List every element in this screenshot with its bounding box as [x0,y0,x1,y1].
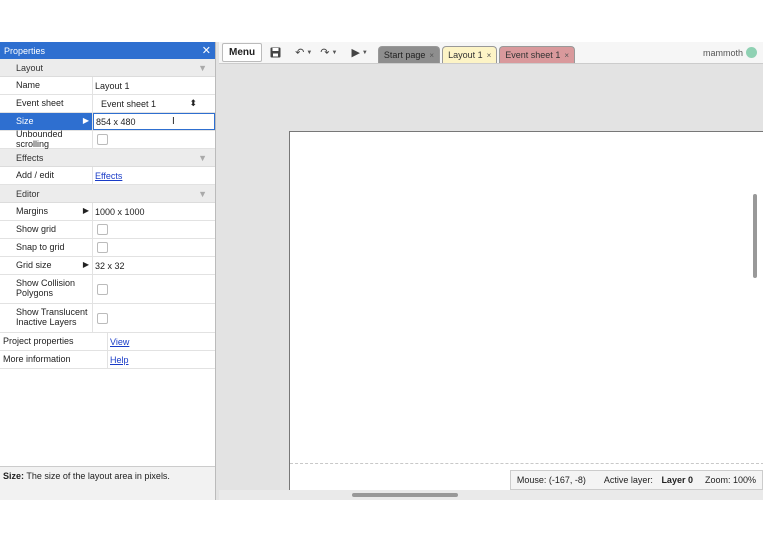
effects-link[interactable]: Effects [95,171,122,181]
viewport-boundary [290,463,763,464]
event-sheet-select[interactable]: Event sheet 1 ⬍ [93,95,215,112]
mouse-position: Mouse: (-167, -8) [516,475,586,485]
prop-key: Show grid [0,221,93,238]
prop-key: More information [0,351,108,368]
view-link[interactable]: View [110,337,129,347]
redo-icon[interactable]: ↷ ▼ [320,46,337,59]
active-layer-value: Layer 0 [661,475,693,485]
prop-key: Margins ▶ [0,203,93,220]
close-tab-icon[interactable]: × [564,51,569,60]
size-value: 854 x 480 [96,116,136,127]
account-avatar-icon [746,47,757,58]
account-badge[interactable]: mammoth [703,47,757,58]
prop-row-show-grid[interactable]: Show grid [0,221,215,239]
prop-row-event-sheet[interactable]: Event sheet Event sheet 1 ⬍ [0,95,215,113]
prop-row-margins[interactable]: Margins ▶ 1000 x 1000 [0,203,215,221]
layout-status-bar: Mouse: (-167, -8) Active layer: Layer 0 … [509,470,763,490]
dropdown-arrow-icon[interactable]: ▼ [362,50,368,56]
prop-row-add-edit[interactable]: Add / edit Effects [0,167,215,185]
layout-view[interactable]: Mouse: (-167, -8) Active layer: Layer 0 … [219,64,763,491]
active-layer-label: Active layer: [603,475,653,485]
section-layout[interactable]: Layout ▼ [0,59,215,77]
prop-row-grid-size[interactable]: Grid size ▶ 32 x 32 [0,257,215,275]
expand-arrow-icon[interactable]: ▶ [83,206,89,216]
section-effects[interactable]: Effects ▼ [0,149,215,167]
horizontal-scroll-track [219,490,763,500]
section-label: Effects [16,152,44,163]
prop-key: Unbounded scrolling [0,129,93,148]
tab-start-page[interactable]: Start page × [377,46,441,63]
prop-row-collision[interactable]: Show Collision Polygons [0,275,215,304]
text-cursor-icon: I [172,116,175,127]
snap-grid-checkbox[interactable] [97,242,108,253]
help-link[interactable]: Help [110,355,129,365]
prop-key: Event sheet [0,95,93,112]
section-editor[interactable]: Editor ▼ [0,185,215,203]
tab-label: Start page [383,50,426,60]
expand-arrow-icon[interactable]: ▶ [83,116,89,126]
dropdown-arrow-icon[interactable]: ▼ [306,50,312,56]
prop-row-more-info[interactable]: More information Help [0,351,215,369]
vertical-scrollbar[interactable] [753,194,757,278]
zoom-level: Zoom: 100% [704,475,756,485]
tab-bar: Start page × Layout 1 × Event sheet 1 × [377,46,577,63]
collision-checkbox[interactable] [97,283,108,295]
updown-icon: ⬍ [189,98,197,108]
prop-key: Show Collision Polygons [0,275,93,303]
status-label: Size: [3,471,25,481]
prop-key-text: Size [16,115,34,126]
prop-key: Name [0,77,93,94]
show-grid-checkbox[interactable] [97,224,108,235]
active-layer: Active layer: Layer 0 [592,475,699,485]
prop-key: Show Translucent Inactive Layers [0,304,93,332]
properties-panel: Properties ✕ Layout ▼ Name Layout 1 Even… [0,42,216,500]
section-label: Editor [16,188,40,199]
prop-key-text: Grid size [16,259,52,270]
tab-layout-1[interactable]: Layout 1 × [442,46,498,63]
prop-row-snap-grid[interactable]: Snap to grid [0,239,215,257]
prop-key-text: Margins [16,205,49,216]
horizontal-scrollbar[interactable] [352,493,458,497]
translucent-checkbox[interactable] [97,312,108,324]
prop-key: Snap to grid [0,239,93,256]
section-label: Layout [16,62,44,73]
status-text: The size of the layout area in pixels. [26,471,170,481]
dropdown-arrow-icon[interactable]: ▼ [332,50,338,56]
layout-canvas[interactable] [289,131,763,491]
prop-key: Grid size ▶ [0,257,93,274]
prop-row-name[interactable]: Name Layout 1 [0,77,215,95]
close-tab-icon[interactable]: × [487,51,492,60]
prop-key: Add / edit [0,167,93,184]
properties-titlebar: Properties ✕ [0,42,215,59]
size-input[interactable]: 854 x 480 I [93,113,215,130]
close-tab-icon[interactable]: × [429,51,434,60]
expand-arrow-icon[interactable]: ▶ [83,260,89,270]
grid-size-value[interactable]: 32 x 32 [93,257,215,274]
margins-value[interactable]: 1000 x 1000 [93,203,215,220]
main-toolbar: Menu ↶ ▼ ↷ ▼ ▶ ▼ Start page × Layout 1 × Even… [219,42,763,64]
save-icon[interactable] [270,47,281,58]
collapse-icon[interactable]: ▼ [198,189,207,199]
prop-row-project-properties[interactable]: Project properties View [0,333,215,351]
tab-event-sheet-1[interactable]: Event sheet 1 × [499,46,575,63]
collapse-icon[interactable]: ▼ [198,63,207,73]
prop-key: Size ▶ [0,113,93,130]
run-icon[interactable]: ▶ ▼ [351,46,367,59]
account-name: mammoth [702,47,743,58]
close-icon[interactable]: ✕ [202,44,211,57]
select-value: Event sheet 1 [101,98,157,109]
prop-row-unbounded[interactable]: Unbounded scrolling [0,129,215,149]
undo-icon[interactable]: ↶ ▼ [295,46,312,59]
prop-key: Project properties [0,333,108,350]
prop-value-name[interactable]: Layout 1 [93,77,215,94]
menu-button[interactable]: Menu [222,43,263,62]
collapse-icon[interactable]: ▼ [198,153,207,163]
prop-row-translucent[interactable]: Show Translucent Inactive Layers [0,304,215,333]
properties-title: Properties [4,45,46,56]
tab-label: Layout 1 [448,50,483,60]
app-window: Properties ✕ Layout ▼ Name Layout 1 Even… [0,42,763,500]
tab-label: Event sheet 1 [505,50,561,60]
unbounded-checkbox[interactable] [97,134,108,145]
property-description: Size: The size of the layout area in pix… [0,466,215,500]
